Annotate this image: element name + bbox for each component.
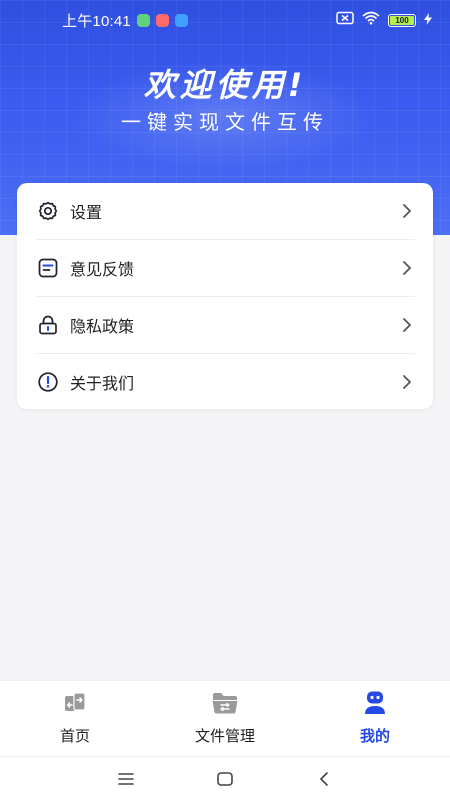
transfer-phone-icon (61, 689, 89, 717)
tab-home[interactable]: 首页 (0, 689, 150, 751)
menu-item-privacy[interactable]: 隐私政策 (35, 297, 415, 353)
status-indicators: 100 (336, 11, 432, 29)
menu-item-settings[interactable]: 设置 (35, 183, 415, 239)
menu-item-label: 隐私政策 (70, 317, 135, 336)
settings-menu-card: 设置 意见反馈 隐私政策 关于我们 (17, 183, 433, 409)
status-bar: 上午10:41 100 (0, 0, 450, 40)
bottom-tab-bar: 首页 文件管理 我的 (0, 680, 450, 756)
home-icon[interactable] (211, 765, 239, 793)
gear-icon (35, 198, 61, 224)
tab-file-manager[interactable]: 文件管理 (150, 689, 300, 751)
message-app-icon (136, 13, 150, 27)
menu-item-label: 设置 (70, 203, 103, 222)
sim-off-icon (336, 11, 354, 29)
menu-item-label: 关于我们 (70, 374, 135, 393)
feedback-icon (35, 255, 61, 281)
folder-icon (211, 689, 239, 717)
notification-app-icon (155, 13, 169, 27)
battery-level: 100 (395, 15, 409, 25)
lock-icon (35, 312, 61, 338)
hero-title: 欢迎使用! (143, 66, 307, 104)
tab-label: 文件管理 (194, 727, 255, 745)
chevron-right-icon (399, 374, 415, 390)
wifi-icon (362, 11, 380, 29)
info-icon (35, 369, 61, 395)
back-icon[interactable] (310, 765, 338, 793)
robot-profile-icon (361, 689, 389, 717)
menu-item-label: 意见反馈 (70, 260, 135, 279)
chat-app-icon (174, 13, 188, 27)
tab-mine[interactable]: 我的 (300, 689, 450, 751)
menu-item-about[interactable]: 关于我们 (35, 354, 415, 410)
battery-indicator: 100 (388, 13, 416, 27)
system-navigation-bar (0, 756, 450, 800)
chevron-right-icon (399, 203, 415, 219)
chevron-right-icon (399, 260, 415, 276)
menu-icon[interactable] (112, 765, 140, 793)
status-time: 上午10:41 (62, 12, 131, 30)
tab-label: 首页 (59, 727, 90, 745)
chevron-right-icon (399, 317, 415, 333)
tab-label: 我的 (359, 727, 390, 745)
menu-item-feedback[interactable]: 意见反馈 (35, 240, 415, 296)
hero-subtitle: 一键实现文件互传 (121, 110, 329, 134)
charging-icon (424, 11, 432, 29)
